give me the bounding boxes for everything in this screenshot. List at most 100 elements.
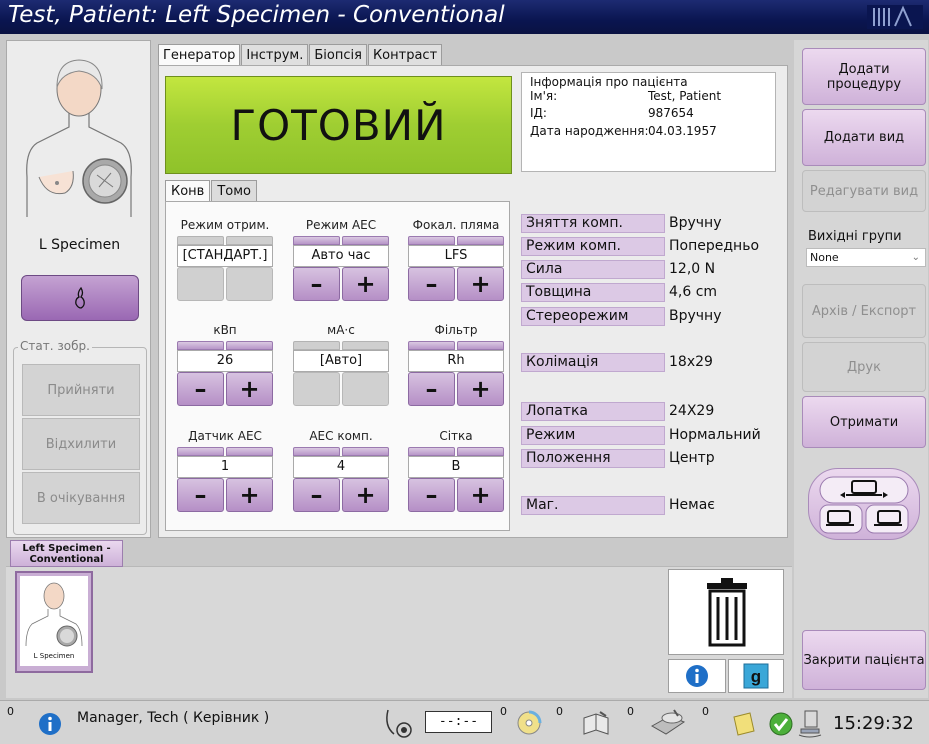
grid-plus-button[interactable]: + — [457, 478, 504, 512]
sub-tabs: Конв Томо — [165, 180, 258, 202]
cd-count: 0 — [556, 705, 563, 718]
tab-conventional[interactable]: Конв — [165, 180, 211, 202]
thumbnail-body-icon — [25, 582, 83, 647]
patient-name-value: Test, Patient — [648, 89, 722, 103]
decompression-value: Вручну — [669, 215, 722, 231]
aec-mode-minus-button[interactable]: – — [293, 267, 340, 301]
kv-label: кВп — [213, 323, 237, 337]
acquisition-mode-control: Режим отрим. [СТАНДАРТ.] — [177, 218, 273, 301]
pending-button[interactable]: В очікування — [22, 472, 140, 524]
mas-control: мА·с [Авто] — [293, 323, 389, 406]
settings-row-mode: Режим Нормальний — [521, 426, 779, 446]
book-icon[interactable] — [580, 710, 612, 738]
cd-icon[interactable] — [516, 710, 542, 736]
tab-tools[interactable]: Інструм. — [241, 44, 309, 66]
g-icon: g — [743, 663, 769, 689]
acquisition-mode-minus-button — [177, 267, 224, 301]
aec-mode-value[interactable]: Авто час — [293, 245, 389, 267]
acquisition-mode-value[interactable]: [СТАНДАРТ.] — [177, 245, 273, 267]
mas-plus-button — [342, 372, 389, 406]
filter-minus-button[interactable]: – — [408, 372, 455, 406]
add-procedure-button[interactable]: Додати процедуру — [802, 48, 926, 105]
paddle-key: Лопатка — [521, 402, 665, 421]
stereo-value: Вручну — [669, 308, 722, 324]
archive-export-button[interactable]: Архів / Експорт — [802, 284, 926, 338]
collimation-value: 18x29 — [669, 354, 713, 370]
acquisition-mode-plus-button — [226, 267, 273, 301]
check-icon[interactable] — [768, 711, 794, 737]
aec-comp-value[interactable]: 4 — [293, 456, 389, 478]
tab-biopsy[interactable]: Біопсія — [309, 44, 367, 66]
focal-spot-value[interactable]: LFS — [408, 245, 504, 267]
paddle-shift-icon — [819, 476, 909, 534]
current-user[interactable]: Manager, Tech ( Керівник ) — [77, 710, 269, 726]
comp-mode-key: Режим комп. — [521, 237, 665, 256]
print-button[interactable]: Друк — [802, 342, 926, 392]
aec-comp-plus-button[interactable]: + — [342, 478, 389, 512]
aec-sensor-value[interactable]: 1 — [177, 456, 273, 478]
trash-icon — [707, 578, 747, 647]
patient-dob-label: Дата народження: — [530, 124, 649, 138]
aec-mode-label: Режим AEC — [305, 218, 377, 232]
grid-label: Сітка — [439, 429, 473, 443]
aec-sensor-minus-button[interactable]: – — [177, 478, 224, 512]
disc-count: 0 — [702, 705, 709, 718]
kv-plus-button[interactable]: + — [226, 372, 273, 406]
accept-button[interactable]: Прийняти — [22, 364, 140, 416]
info-button[interactable] — [668, 659, 726, 693]
collimation-key: Колімація — [521, 353, 665, 372]
disc-burner-icon[interactable] — [648, 708, 688, 738]
procedure-tab[interactable]: Left Specimen - Conventional — [10, 540, 123, 567]
alarm-info-icon[interactable] — [38, 712, 62, 736]
reject-button[interactable]: Відхилити — [22, 418, 140, 470]
aec-sensor-plus-button[interactable]: + — [226, 478, 273, 512]
grid-minus-button[interactable]: – — [408, 478, 455, 512]
svg-text:g: g — [751, 667, 761, 686]
tab-generator[interactable]: Генератор — [158, 44, 241, 66]
clock-time: 15:29:32 — [833, 713, 914, 734]
thumbnail-caption: L Specimen — [33, 652, 75, 660]
exposure-timer: --:-- — [425, 711, 492, 733]
aec-sensor-label: Датчик AEC — [188, 429, 262, 443]
g-button[interactable]: g — [728, 659, 784, 693]
note-icon[interactable] — [730, 711, 758, 737]
focal-spot-label: Фокал. пляма — [412, 218, 500, 232]
patient-dob-row: Дата народження: 04.03.1957 — [530, 124, 717, 138]
settings-row-comp-mode: Режим комп. Попередньо — [521, 237, 779, 257]
paddle-shift-button[interactable] — [808, 468, 920, 540]
patient-body-icon[interactable] — [17, 47, 142, 217]
aec-mode-plus-button[interactable]: + — [342, 267, 389, 301]
retrieve-button[interactable]: Отримати — [802, 396, 926, 448]
comp-mode-value: Попередньо — [669, 238, 760, 254]
focal-spot-control: Фокал. пляма LFS – + — [408, 218, 504, 301]
alarm-count: 0 — [7, 705, 14, 718]
settings-row-force: Сила 12,0 N — [521, 260, 779, 280]
grid-value[interactable]: B — [408, 456, 504, 478]
output-groups-select[interactable]: None ⌄ — [806, 248, 926, 267]
flame-icon — [75, 287, 85, 309]
kv-value[interactable]: 26 — [177, 350, 273, 372]
delete-button[interactable] — [668, 569, 784, 655]
patient-id-label: ІД: — [530, 106, 547, 120]
patient-info-title: Інформація про пацієнта — [530, 75, 688, 89]
view-thumbnail[interactable]: L Specimen — [15, 571, 93, 673]
focal-spot-plus-button[interactable]: + — [457, 267, 504, 301]
aec-mode-control: Режим AEC Авто час – + — [293, 218, 389, 301]
xray-tube-icon[interactable] — [382, 706, 416, 740]
edit-view-button[interactable]: Редагувати вид — [802, 170, 926, 212]
filter-plus-button[interactable]: + — [457, 372, 504, 406]
close-patient-button[interactable]: Закрити пацієнта — [802, 630, 926, 690]
chevron-down-icon: ⌄ — [911, 252, 920, 263]
filter-value[interactable]: Rh — [408, 350, 504, 372]
network-icon[interactable] — [797, 709, 823, 739]
patient-name-label: Ім'я: — [530, 89, 558, 103]
focal-spot-minus-button[interactable]: – — [408, 267, 455, 301]
aec-comp-minus-button[interactable]: – — [293, 478, 340, 512]
add-view-button[interactable]: Додати вид — [802, 109, 926, 166]
kv-minus-button[interactable]: – — [177, 372, 224, 406]
tab-contrast[interactable]: Контраст — [367, 44, 443, 66]
mas-value[interactable]: [Авто] — [293, 350, 389, 372]
exposure-button[interactable] — [21, 275, 139, 321]
tab-tomo[interactable]: Томо — [211, 180, 258, 202]
window-title: Test, Patient: Left Specimen - Conventio… — [8, 2, 505, 28]
